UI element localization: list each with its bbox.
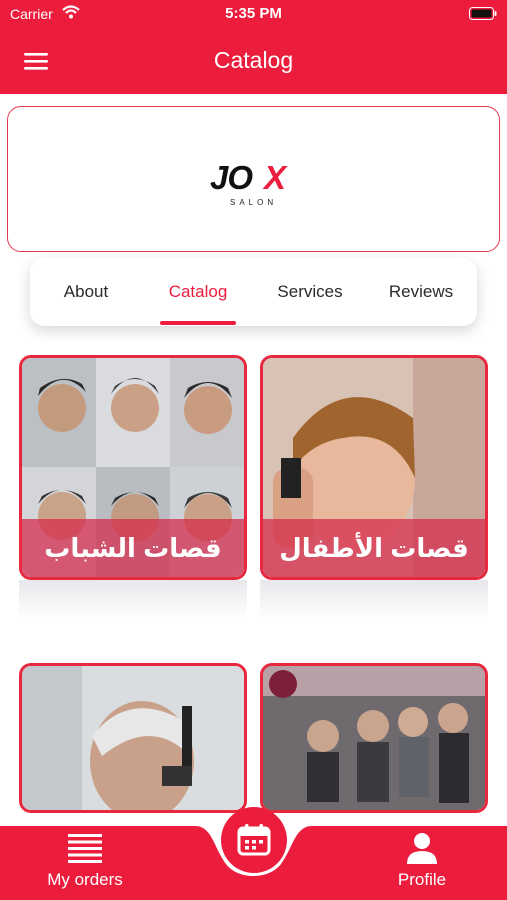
catalog-card-kids-haircuts[interactable]: قصات الأطفال: [260, 355, 488, 580]
tab-profile[interactable]: Profile: [372, 826, 472, 900]
catalog-card-label: قصات الأطفال: [263, 519, 485, 577]
svg-text:X: X: [262, 159, 288, 196]
section-tabs: About Catalog Services Reviews: [30, 258, 477, 326]
salon-logo-card: JO X SALON: [7, 106, 500, 252]
status-time: 5:35 PM: [225, 5, 282, 22]
tab-profile-label: Profile: [397, 870, 447, 889]
active-tab-indicator: [160, 321, 236, 325]
jox-salon-logo: JO X SALON: [210, 159, 288, 207]
catalog-card-youth-haircuts[interactable]: قصات الشباب: [19, 355, 247, 580]
tab-services[interactable]: Services: [254, 282, 366, 302]
tab-catalog[interactable]: Catalog: [142, 282, 254, 302]
catalog-card-salon-team[interactable]: [260, 663, 488, 813]
booking-calendar-button[interactable]: [221, 807, 287, 873]
tab-about[interactable]: About: [30, 282, 142, 302]
calendar-icon: [237, 824, 271, 856]
catalog-card-label: قصات الشباب: [22, 519, 244, 577]
svg-text:JO: JO: [210, 159, 253, 196]
catalog-card-senior-haircuts[interactable]: [19, 663, 247, 813]
profile-icon: [407, 833, 437, 864]
tab-my-orders-label: My orders: [47, 870, 123, 889]
page-title: Catalog: [213, 47, 294, 73]
orders-list-icon: [68, 834, 102, 863]
tab-my-orders[interactable]: My orders: [30, 826, 140, 900]
tab-reviews[interactable]: Reviews: [365, 282, 477, 302]
nav-bar: Catalog: [0, 28, 507, 94]
card-shadow: [260, 580, 488, 620]
svg-text:SALON: SALON: [230, 198, 277, 207]
status-bar: Carrier 5:35 PM: [0, 0, 507, 28]
battery-icon: [469, 7, 497, 20]
card-shadow: [19, 580, 247, 620]
senior-haircut-image: [22, 666, 244, 810]
salon-team-image: [263, 666, 485, 810]
